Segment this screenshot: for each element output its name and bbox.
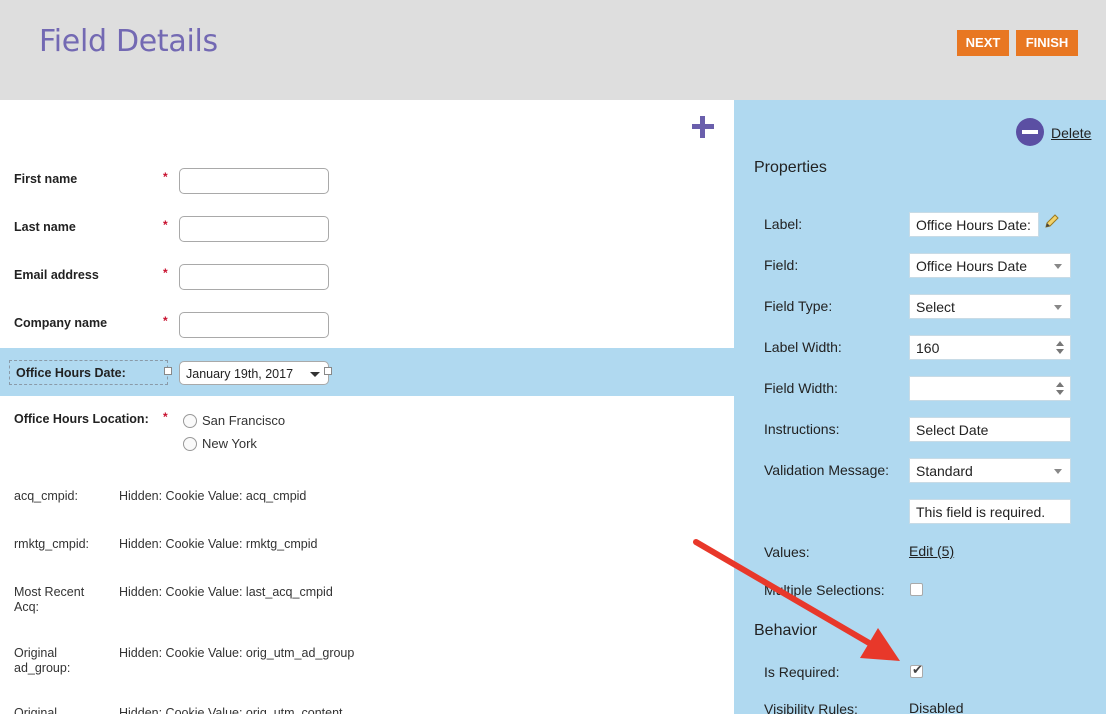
radio-new-york[interactable] [183,437,197,451]
required-marker: * [163,218,168,232]
form-canvas: First name * Last name * Email address *… [0,100,734,714]
field-type-label: Field Type: [764,298,833,314]
label-width-input[interactable]: 160 [909,335,1071,360]
is-required-label: Is Required: [764,664,840,680]
field-select[interactable]: Office Hours Date [909,253,1071,278]
email-address-label: Email address [14,268,99,282]
chevron-down-icon [1054,469,1062,474]
date-select-value: January 19th, 2017 [186,367,294,381]
plus-icon[interactable] [690,114,716,140]
selected-label-box[interactable]: Office Hours Date: [9,360,168,385]
field-type-select[interactable]: Select [909,294,1071,319]
hidden-field-label: Most Recent Acq: [14,585,85,614]
field-select-value: Office Hours Date [916,258,1028,274]
hidden-field-label: Original [14,706,58,714]
checkmark-icon: ✔ [912,662,923,677]
required-marker: * [163,170,168,184]
office-hours-date-select[interactable]: January 19th, 2017 [179,361,329,385]
spinner-icon[interactable] [1056,340,1064,356]
first-name-input[interactable] [179,168,329,194]
page-title: Field Details [39,24,218,59]
office-hours-location-label: Office Hours Location: [14,412,149,426]
resize-handle[interactable] [324,367,332,375]
office-hours-date-label: Office Hours Date: [16,366,126,380]
instructions-input[interactable]: Select Date [909,417,1071,442]
delete-link[interactable]: Delete [1051,125,1091,141]
validation-select-value: Standard [916,463,973,479]
hidden-field-value: Hidden: Cookie Value: rmktg_cmpid [119,537,318,551]
selected-field-row[interactable]: Office Hours Date: January 19th, 2017 [0,348,734,396]
hidden-field-value: Hidden: Cookie Value: orig_utm_ad_group [119,646,355,660]
company-name-input[interactable] [179,312,329,338]
resize-handle[interactable] [164,367,172,375]
hidden-field-value: Hidden: Cookie Value: last_acq_cmpid [119,585,333,599]
field-prop-label: Field: [764,257,799,273]
radio-label-new-york: New York [202,436,257,451]
chevron-down-icon [310,372,320,377]
hidden-field-value: Hidden: Cookie Value: acq_cmpid [119,489,307,503]
hidden-field-label: Original ad_group: [14,646,71,675]
visibility-rules-label: Visibility Rules: [764,701,858,714]
required-marker: * [163,266,168,280]
instructions-label: Instructions: [764,421,840,437]
header-bar: Field Details NEXT FINISH [0,0,1106,100]
multiple-selections-label: Multiple Selections: [764,582,885,598]
last-name-label: Last name [14,220,76,234]
properties-panel: Delete Properties Label: Office Hours Da… [734,100,1106,714]
properties-heading: Properties [754,159,827,176]
field-width-label: Field Width: [764,380,838,396]
next-button[interactable]: NEXT [957,30,1009,56]
radio-san-francisco[interactable] [183,414,197,428]
behavior-heading: Behavior [754,622,818,639]
company-name-label: Company name [14,316,108,330]
chevron-down-icon [1054,264,1062,269]
required-marker: * [163,410,168,424]
label-prop-label: Label: [764,216,803,232]
edit-values-link[interactable]: Edit (5) [909,543,954,559]
label-width-value: 160 [916,340,940,356]
minus-circle-icon[interactable] [1016,118,1044,146]
values-label: Values: [764,544,810,560]
field-width-input[interactable] [909,376,1071,401]
radio-label-san-francisco: San Francisco [202,413,286,428]
label-width-label: Label Width: [764,339,842,355]
field-type-value: Select [916,299,955,315]
label-input[interactable]: Office Hours Date: [909,212,1039,237]
validation-text-input[interactable]: This field is required. [909,499,1071,524]
visibility-rules-value: Disabled [909,700,964,714]
email-address-input[interactable] [179,264,329,290]
spinner-icon[interactable] [1056,381,1064,397]
first-name-label: First name [14,172,78,186]
validation-message-label: Validation Message: [764,462,890,478]
is-required-checkbox[interactable]: ✔ [910,662,923,678]
last-name-input[interactable] [179,216,329,242]
hidden-field-label: acq_cmpid: [14,489,78,503]
validation-select[interactable]: Standard [909,458,1071,483]
chevron-down-icon [1054,305,1062,310]
hidden-field-label: rmktg_cmpid: [14,537,90,551]
finish-button[interactable]: FINISH [1016,30,1078,56]
required-marker: * [163,314,168,328]
pencil-icon[interactable] [1043,212,1061,230]
hidden-field-value: Hidden: Cookie Value: orig_utm_content [119,706,343,714]
multiple-selections-checkbox[interactable] [910,583,923,596]
